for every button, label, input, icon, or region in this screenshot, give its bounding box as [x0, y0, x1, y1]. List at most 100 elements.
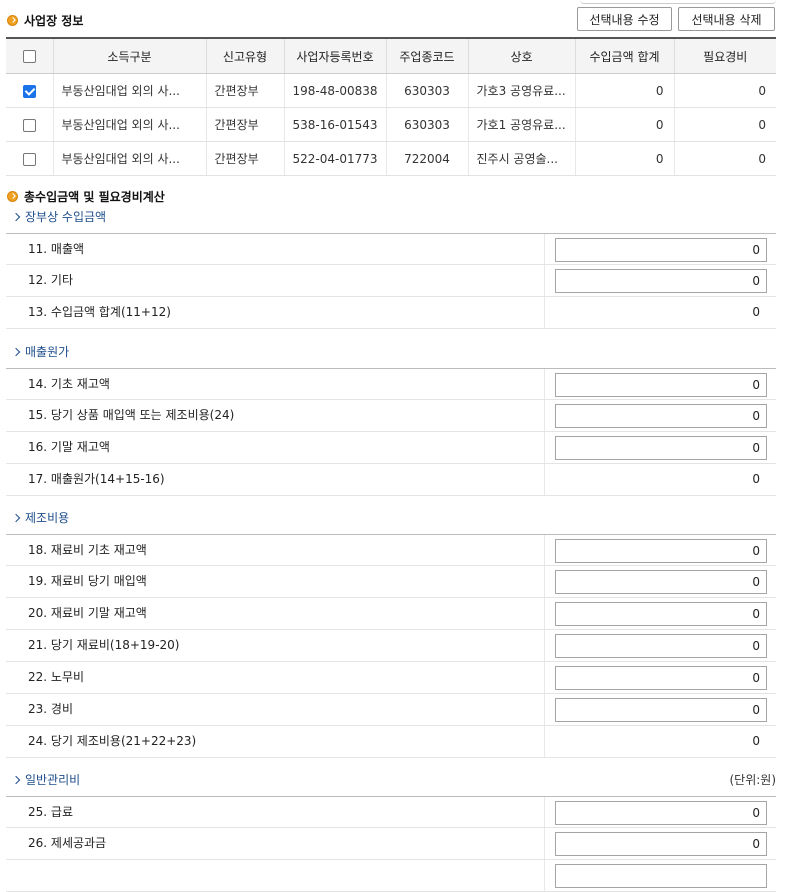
- field-label: 13. 수입금액 합계(11+12): [28, 305, 171, 319]
- cell-industry-code: 722004: [385, 141, 468, 176]
- cell-industry-code: 630303: [385, 107, 468, 142]
- column-divider: [544, 566, 545, 597]
- column-divider: [544, 297, 545, 328]
- column-divider: [544, 630, 545, 661]
- field-label: 11. 매출액: [28, 242, 85, 256]
- amount-input[interactable]: [555, 801, 767, 825]
- row-select-cell[interactable]: [6, 141, 53, 176]
- column-header: 수입금액 합계: [574, 37, 674, 74]
- cell-report-type: 간편장부: [205, 73, 284, 108]
- amount-input[interactable]: [555, 570, 767, 594]
- row-select-cell[interactable]: [6, 73, 53, 108]
- form-row: 18. 재료비 기초 재고액: [6, 534, 776, 566]
- row-checkbox[interactable]: [22, 152, 36, 166]
- row-checkbox[interactable]: [22, 84, 36, 98]
- form-row: 13. 수입금액 합계(11+12) 0: [6, 297, 776, 329]
- table-header-row: 소득구분 신고유형 사업자등록번호 주업종코드 상호 수입금액 합계 필요경비: [6, 37, 776, 74]
- column-divider: [544, 694, 545, 725]
- column-header: 상호: [467, 37, 575, 74]
- amount-input[interactable]: [555, 269, 767, 293]
- table-row[interactable]: 부동산임대업 외의 사... 간편장부 538-16-01543 630303 가호1 …: [6, 107, 776, 142]
- column-header: 사업자등록번호: [283, 37, 386, 74]
- select-all-cell[interactable]: [6, 37, 53, 74]
- field-label: 25. 급료: [28, 805, 73, 819]
- column-header: 신고유형: [205, 37, 284, 74]
- row-select-cell[interactable]: [6, 107, 53, 142]
- cell-revenue: 0: [574, 107, 674, 142]
- subsection-title: 장부상 수입금액: [25, 210, 107, 224]
- column-header: 필요경비: [673, 37, 776, 74]
- subsection-header: 일반관리비: [11, 771, 81, 788]
- amount-input[interactable]: [555, 666, 767, 690]
- form-row: 20. 재료비 기말 재고액: [6, 598, 776, 630]
- field-label: 20. 재료비 기말 재고액: [28, 606, 147, 620]
- column-divider: [544, 464, 545, 495]
- column-divider: [544, 400, 545, 431]
- cell-income-type: 부동산임대업 외의 사...: [52, 73, 206, 108]
- edit-selected-button[interactable]: 선택내용 수정: [577, 7, 672, 31]
- amount-input[interactable]: [555, 602, 767, 626]
- form-row: 23. 경비: [6, 694, 776, 726]
- field-label: 12. 기타: [28, 273, 73, 287]
- select-all-checkbox[interactable]: [22, 50, 36, 63]
- subsection-header: 매출원가: [11, 343, 69, 360]
- column-divider: [544, 598, 545, 629]
- field-label: 21. 당기 재료비(18+19-20): [28, 638, 180, 652]
- column-divider: [544, 265, 545, 296]
- field-label: 26. 제세공과금: [28, 836, 107, 850]
- top-scroll-edge: [580, 0, 776, 4]
- cell-industry-code: 630303: [385, 73, 468, 108]
- field-label: 16. 기말 재고액: [28, 440, 110, 454]
- amount-input[interactable]: [555, 864, 767, 888]
- column-divider: [544, 432, 545, 463]
- subsection-title: 일반관리비: [25, 773, 81, 787]
- cell-reg-no: 198-48-00838: [283, 73, 386, 108]
- row-checkbox[interactable]: [22, 118, 36, 132]
- cell-company: 가호3 공영유료...: [467, 73, 575, 108]
- cell-reg-no: 538-16-01543: [283, 107, 386, 142]
- section-title: 총수입금액 및 필요경비계산: [24, 190, 165, 204]
- form-row: 16. 기말 재고액: [6, 432, 776, 464]
- amount-input[interactable]: [555, 832, 767, 856]
- field-label: 19. 재료비 당기 매입액: [28, 574, 147, 588]
- table-row[interactable]: 부동산임대업 외의 사... 간편장부 522-04-01773 722004 진주시 …: [6, 141, 776, 176]
- field-label: 22. 노무비: [28, 670, 85, 684]
- cell-income-type: 부동산임대업 외의 사...: [52, 107, 206, 142]
- field-label: 14. 기초 재고액: [28, 377, 110, 391]
- subsection-title: 제조비용: [25, 511, 70, 525]
- column-divider: [544, 860, 545, 891]
- field-label: 23. 경비: [28, 702, 73, 716]
- table-row[interactable]: 부동산임대업 외의 사... 간편장부 198-48-00838 630303 가호3 …: [6, 73, 776, 108]
- computed-value: 0: [752, 472, 760, 486]
- amount-input[interactable]: [555, 634, 767, 658]
- column-divider: [544, 726, 545, 757]
- form-row: 25. 급료: [6, 796, 776, 828]
- form-row: 12. 기타: [6, 265, 776, 297]
- cell-revenue: 0: [574, 141, 674, 176]
- computed-value: 0: [752, 734, 760, 748]
- field-label: 18. 재료비 기초 재고액: [28, 543, 147, 557]
- form-row: 26. 제세공과금: [6, 828, 776, 860]
- amount-input[interactable]: [555, 436, 767, 460]
- column-divider: [544, 234, 545, 264]
- chevron-right-icon: [11, 212, 21, 221]
- form-row: 21. 당기 재료비(18+19-20): [6, 630, 776, 662]
- orange-bullet-icon: [7, 191, 18, 202]
- amount-input[interactable]: [555, 404, 767, 428]
- cell-revenue: 0: [574, 73, 674, 108]
- cell-income-type: 부동산임대업 외의 사...: [52, 141, 206, 176]
- subsection-header: 장부상 수입금액: [11, 208, 107, 225]
- column-header: 소득구분: [52, 37, 206, 74]
- delete-selected-button[interactable]: 선택내용 삭제: [678, 7, 775, 31]
- column-divider: [544, 369, 545, 399]
- section-header-revenue-expense: 총수입금액 및 필요경비계산: [7, 188, 165, 205]
- cell-expense: 0: [673, 107, 776, 142]
- cell-company: 진주시 공영술...: [467, 141, 575, 176]
- amount-input[interactable]: [555, 373, 767, 397]
- cell-report-type: 간편장부: [205, 107, 284, 142]
- amount-input[interactable]: [555, 698, 767, 722]
- amount-input[interactable]: [555, 539, 767, 563]
- form-row: 22. 노무비: [6, 662, 776, 694]
- amount-input[interactable]: [555, 238, 767, 262]
- section-header-business-info: 사업장 정보: [7, 12, 83, 29]
